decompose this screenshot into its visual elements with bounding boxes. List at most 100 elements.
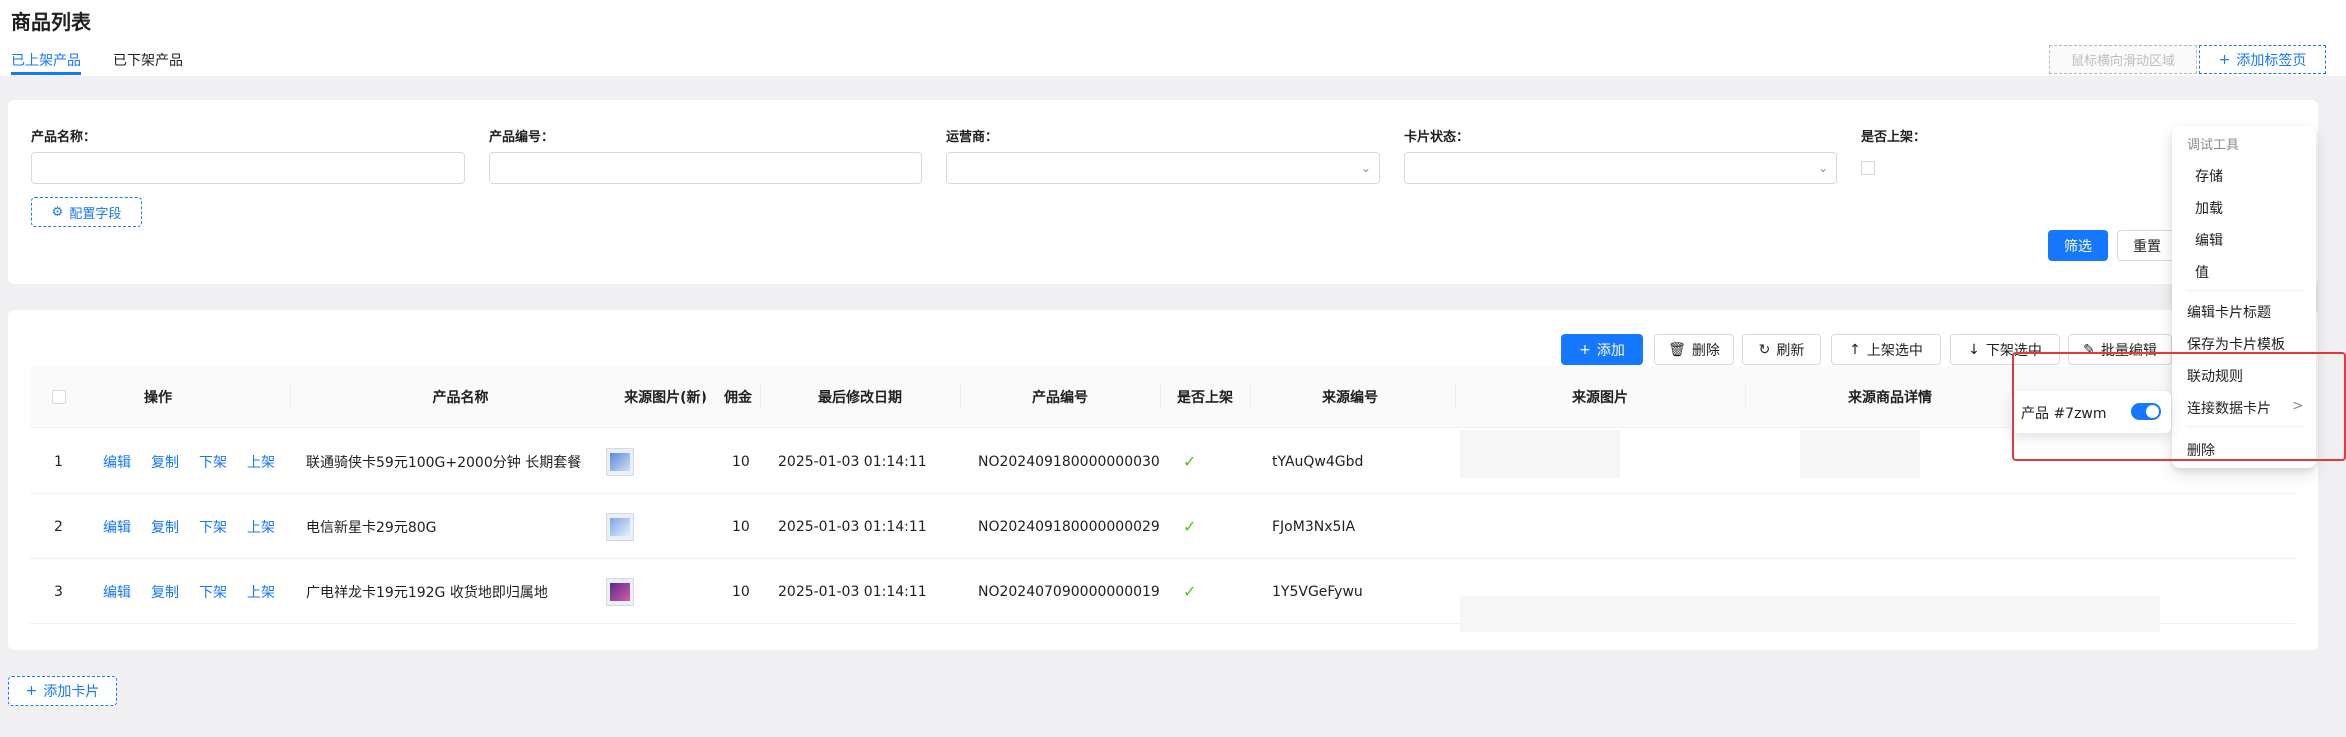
reset-button[interactable]: 重置 <box>2117 230 2177 261</box>
table-row: 2 编辑 复制 下架 上架 电信新星卡29元80G 10 2025-01-03 … <box>30 494 2295 559</box>
row-index: 1 <box>54 453 63 470</box>
menu-group-debug-tools: 调试工具 <box>2187 138 2240 153</box>
page-title: 商品列表 <box>11 10 91 34</box>
row-copy-link[interactable]: 复制 <box>151 559 179 624</box>
row-commission: 10 <box>732 518 750 535</box>
row-shelve-link[interactable]: 上架 <box>247 429 275 494</box>
filter-label-product-name: 产品名称： <box>31 130 97 145</box>
col-source-no: 来源编号 <box>1322 390 1378 406</box>
listed-check-icon: ✓ <box>1183 452 1197 471</box>
tab-listed-products[interactable]: 已上架产品 <box>11 50 81 70</box>
col-product-no: 产品编号 <box>1032 390 1088 406</box>
row-source-no: tYAuQw4Gbd <box>1272 453 1364 470</box>
row-source-no: 1Y5VGeFywu <box>1272 583 1363 600</box>
col-product-name: 产品名称 <box>432 390 489 406</box>
row-unshelve-link[interactable]: 下架 <box>199 559 227 624</box>
row-shelve-link[interactable]: 上架 <box>247 494 275 559</box>
menu-item-save-as-template[interactable]: 保存为卡片模板 <box>2187 334 2285 354</box>
row-product-name: 广电祥龙卡19元192G 收货地即归属地 <box>306 584 548 601</box>
arrow-down-icon: ↓ <box>1968 341 1980 358</box>
filter-label-listed: 是否上架： <box>1861 130 1927 145</box>
row-source-no: FJoM3Nx5IA <box>1272 518 1356 535</box>
plus-icon: + <box>25 683 38 699</box>
menu-item-edit-card-title[interactable]: 编辑卡片标题 <box>2187 302 2271 322</box>
chevron-down-icon: ⌄ <box>1817 161 1828 175</box>
operator-select[interactable]: ⌄ <box>946 152 1380 184</box>
row-commission: 10 <box>732 583 750 600</box>
row-last-modified: 2025-01-03 01:14:11 <box>778 583 927 600</box>
row-edit-link[interactable]: 编辑 <box>103 559 131 624</box>
add-tab-button[interactable]: + 添加标签页 <box>2199 45 2326 74</box>
thumbnail-graphic <box>610 582 630 601</box>
row-product-name: 电信新星卡29元80G <box>306 519 437 536</box>
row-index: 3 <box>54 583 63 600</box>
thumbnail-graphic <box>610 517 630 536</box>
row-unshelve-link[interactable]: 下架 <box>199 494 227 559</box>
listed-check-icon: ✓ <box>1183 517 1197 536</box>
product-name-input[interactable] <box>31 152 465 184</box>
config-fields-button[interactable]: ⚙ 配置字段 <box>31 197 142 227</box>
row-commission: 10 <box>732 453 750 470</box>
filter-card <box>8 100 2318 284</box>
filter-button[interactable]: 筛选 <box>2048 230 2108 261</box>
shelve-selected-label: 上架选中 <box>1866 342 1923 359</box>
tab-unlisted-products[interactable]: 已下架产品 <box>113 50 183 70</box>
product-no-input[interactable] <box>489 152 922 184</box>
image-placeholder <box>1460 430 1620 478</box>
table-row: 1 编辑 复制 下架 上架 联通骑侠卡59元100G+2000分钟 长期套餐 1… <box>30 429 2295 494</box>
row-edit-link[interactable]: 编辑 <box>103 494 131 559</box>
col-source-image: 来源图片 <box>1572 390 1628 406</box>
image-icon <box>606 577 634 606</box>
scroll-zone[interactable]: 鼠标横向滑动区域 <box>2049 45 2197 74</box>
add-button[interactable]: + 添加 <box>1561 334 1643 365</box>
row-unshelve-link[interactable]: 下架 <box>199 429 227 494</box>
refresh-label: 刷新 <box>1776 342 1805 359</box>
col-listed: 是否上架 <box>1177 390 1233 406</box>
row-copy-link[interactable]: 复制 <box>151 429 179 494</box>
menu-item-store[interactable]: 存储 <box>2195 166 2223 186</box>
plus-icon: + <box>2218 51 2231 68</box>
row-source-thumbnail[interactable] <box>606 429 634 494</box>
filter-label-card-status: 卡片状态： <box>1404 130 1470 145</box>
row-copy-link[interactable]: 复制 <box>151 494 179 559</box>
row-source-thumbnail[interactable] <box>606 559 634 624</box>
menu-item-value[interactable]: 值 <box>2195 262 2209 282</box>
menu-item-load[interactable]: 加载 <box>2195 198 2223 218</box>
header-bar <box>0 0 2346 76</box>
table-header: 操作 产品名称 来源图片(新) 佣金 最后修改日期 产品编号 是否上架 来源编号… <box>30 366 2295 428</box>
row-last-modified: 2025-01-03 01:14:11 <box>778 453 927 470</box>
add-label: 添加 <box>1596 342 1625 359</box>
add-tab-label: 添加标签页 <box>2236 52 2307 69</box>
add-card-button[interactable]: + 添加卡片 <box>8 676 117 706</box>
image-placeholder <box>1800 430 1920 478</box>
listed-check-icon: ✓ <box>1183 582 1197 601</box>
filter-label-product-no: 产品编号： <box>489 130 555 145</box>
filter-label-operator: 运营商： <box>946 130 999 145</box>
col-actions: 操作 <box>144 390 172 406</box>
delete-button[interactable]: 🗑 删除 <box>1654 334 1734 365</box>
active-tab-indicator <box>11 72 81 75</box>
menu-item-edit[interactable]: 编辑 <box>2195 230 2223 250</box>
shelve-selected-button[interactable]: ↑ 上架选中 <box>1831 334 1941 365</box>
row-edit-link[interactable]: 编辑 <box>103 429 131 494</box>
image-placeholder <box>1460 596 2160 632</box>
delete-label: 删除 <box>1691 342 1720 359</box>
image-icon <box>606 512 634 541</box>
select-all-checkbox[interactable] <box>52 390 66 404</box>
refresh-button[interactable]: ↻ 刷新 <box>1742 334 1821 365</box>
thumbnail-graphic <box>610 452 630 471</box>
row-product-no: NO202409180000000029 <box>978 518 1160 535</box>
add-card-label: 添加卡片 <box>43 684 100 700</box>
refresh-icon: ↻ <box>1758 341 1771 358</box>
row-source-thumbnail[interactable] <box>606 494 634 559</box>
col-source-detail: 来源商品详情 <box>1848 390 1932 406</box>
row-product-no: NO202407090000000019 <box>978 583 1160 600</box>
highlight-box <box>2012 352 2346 461</box>
row-last-modified: 2025-01-03 01:14:11 <box>778 518 927 535</box>
card-status-select[interactable]: ⌄ <box>1404 152 1837 184</box>
arrow-up-icon: ↑ <box>1849 341 1861 358</box>
col-last-modified: 最后修改日期 <box>818 390 902 406</box>
listed-checkbox[interactable] <box>1861 161 1875 175</box>
row-shelve-link[interactable]: 上架 <box>247 559 275 624</box>
gear-icon: ⚙ <box>51 204 64 220</box>
